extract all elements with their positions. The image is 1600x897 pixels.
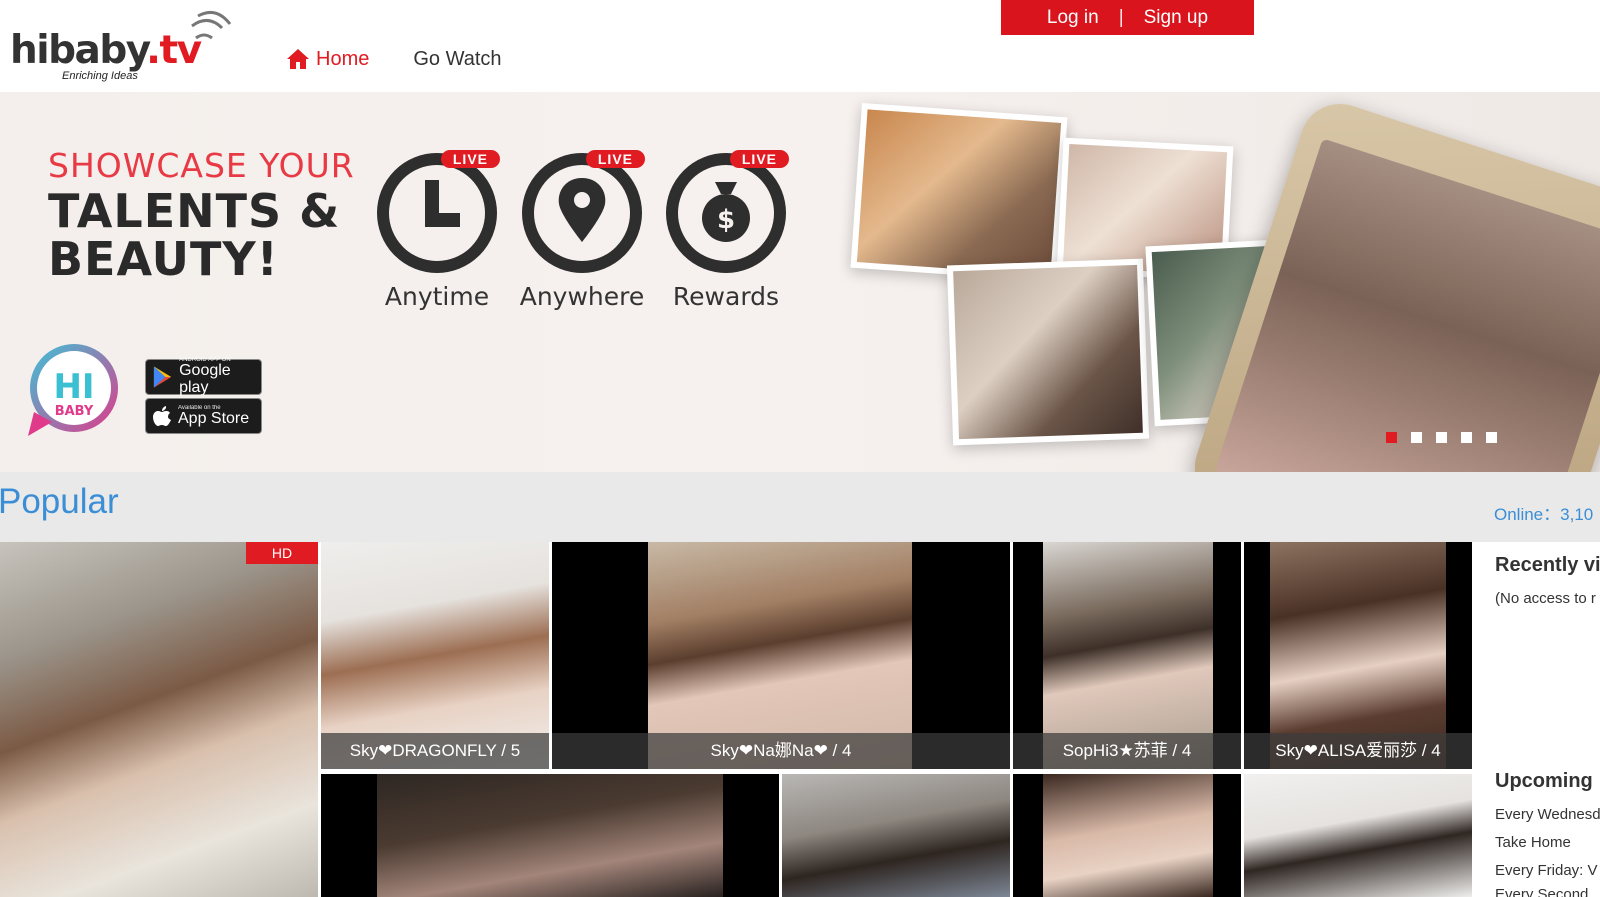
feature-label: Anytime [384, 282, 490, 311]
live-tag: LIVE [585, 150, 645, 168]
stream-tile[interactable]: HD [0, 542, 318, 897]
stream-tile[interactable] [1013, 774, 1241, 897]
banner-headline-3: BEAUTY! [48, 232, 279, 286]
upcoming-item[interactable]: Every Second [1495, 886, 1588, 897]
location-pin-icon [522, 153, 642, 273]
login-link[interactable]: Log in [1047, 7, 1099, 29]
stream-caption: SopHi3★苏菲 / 4 [1013, 733, 1241, 769]
logo-main: hibaby [10, 28, 148, 73]
banner-photo [850, 103, 1068, 282]
stream-tile[interactable]: Sky❤Na娜Na❤ / 4 [552, 542, 1010, 769]
popular-grid: HD Sky❤DRAGONFLY / 5 Sky❤Na娜Na❤ / 4 SopH… [0, 542, 1472, 897]
nav-home-label: Home [316, 47, 370, 70]
upcoming-item[interactable]: Every Friday: V [1495, 862, 1598, 879]
nav-home[interactable]: Home [286, 48, 369, 71]
badge-baby: BABY [55, 404, 94, 419]
banner-headline-1: SHOWCASE YOUR [48, 146, 355, 185]
popular-title: Popular [0, 482, 119, 521]
popular-header: Popular Online：3,10 [0, 472, 1600, 542]
logo-tv: .tv [146, 28, 202, 73]
as-small-text: Available on the [178, 404, 221, 411]
svg-text:$: $ [717, 205, 735, 235]
app-store-button[interactable]: Available on the App Store [145, 398, 262, 434]
stream-caption: Sky❤ALISA爱丽莎 / 4 [1244, 733, 1472, 769]
upcoming-item[interactable]: Every Wednesd [1495, 806, 1600, 823]
stream-tile[interactable] [321, 774, 779, 897]
promo-banner[interactable]: SHOWCASE YOUR TALENTS & BEAUTY! LIVE Any… [0, 92, 1600, 472]
live-tag: LIVE [729, 150, 789, 168]
feature-anytime: LIVE Anytime [372, 150, 502, 311]
stream-tile[interactable]: Sky❤ALISA爱丽莎 / 4 [1244, 542, 1472, 769]
recently-viewed-title: Recently vi [1495, 554, 1600, 576]
stream-tile[interactable]: Sky❤DRAGONFLY / 5 [321, 542, 549, 769]
auth-separator: | [1118, 6, 1124, 28]
carousel-dot-5[interactable] [1486, 432, 1497, 443]
stream-caption: Sky❤DRAGONFLY / 5 [321, 733, 549, 769]
money-bag-icon: $ [666, 153, 786, 273]
banner-photo [946, 258, 1150, 446]
carousel-dot-2[interactable] [1411, 432, 1422, 443]
badge-hi: HI [53, 367, 94, 407]
site-header: hibaby.tv Enriching Ideas Home Go Watch … [0, 0, 1600, 92]
as-big-text: App Store [178, 409, 250, 427]
carousel-dot-1[interactable] [1386, 432, 1397, 443]
google-play-icon [153, 366, 172, 388]
carousel-dot-4[interactable] [1461, 432, 1472, 443]
hibaby-app-badge: HI BABY [28, 344, 118, 436]
nav-go-watch-label: Go Watch [413, 47, 502, 70]
clock-icon [377, 153, 497, 273]
feature-rewards: $ LIVE Rewards [661, 150, 791, 311]
main-nav: Home Go Watch [286, 44, 502, 74]
stream-thumbnail [1244, 774, 1472, 897]
signup-link[interactable]: Sign up [1144, 7, 1208, 29]
stream-thumbnail [377, 774, 723, 897]
stream-tile[interactable] [782, 774, 1010, 897]
banner-headline-2: TALENTS & [48, 184, 341, 238]
feature-label: Rewards [672, 282, 780, 311]
logo-tagline: Enriching Ideas [62, 70, 138, 82]
stream-caption: Sky❤Na娜Na❤ / 4 [552, 733, 1010, 769]
stream-tile[interactable]: SopHi3★苏菲 / 4 [1013, 542, 1241, 769]
carousel-dots [1386, 432, 1497, 443]
stream-tile[interactable] [1244, 774, 1472, 897]
apple-icon [153, 406, 171, 426]
upcoming-title: Upcoming [1495, 770, 1593, 792]
live-tag: LIVE [440, 150, 500, 168]
home-icon [287, 49, 309, 69]
feature-label: Anywhere [519, 282, 645, 311]
feature-anywhere: LIVE Anywhere [517, 150, 647, 311]
google-play-button[interactable]: ANDROID APP ON Google play [145, 357, 262, 396]
carousel-dot-3[interactable] [1436, 432, 1447, 443]
gp-big-text: Google play [179, 362, 231, 396]
right-sidebar: Recently vi (No access to r Upcoming Eve… [1482, 542, 1600, 897]
nav-go-watch[interactable]: Go Watch [413, 48, 501, 71]
stream-thumbnail [782, 774, 1010, 897]
upcoming-item[interactable]: Take Home [1495, 834, 1571, 851]
gp-small-text: ANDROID APP ON [179, 357, 231, 364]
auth-bar: Log in | Sign up [1001, 0, 1254, 35]
logo-wordmark: hibaby.tv [10, 28, 202, 73]
hd-badge: HD [246, 542, 318, 564]
stream-thumbnail [0, 542, 318, 897]
recently-viewed-empty: (No access to r [1495, 590, 1596, 607]
stream-thumbnail [1043, 774, 1213, 897]
online-count: Online：3,10 [1494, 505, 1594, 524]
site-logo[interactable]: hibaby.tv Enriching Ideas [8, 4, 233, 86]
